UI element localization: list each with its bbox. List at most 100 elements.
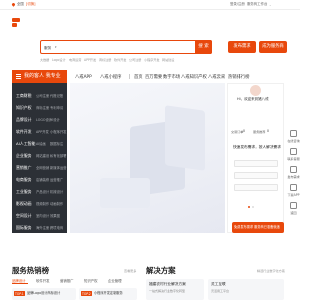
sidebar-item-label: 工业服务 (16, 189, 32, 194)
float-bar-item[interactable]: 在线咨询 (287, 130, 300, 143)
sidebar-sub-link[interactable]: APP开发 (36, 129, 49, 134)
sidebar-sub-link[interactable]: 产品设计 (36, 189, 49, 194)
nav-item-cloud-buy[interactable]: 八戒云采 (208, 74, 225, 80)
phone-icon (290, 148, 297, 155)
sidebar-sub-link[interactable]: 代账记账 (50, 93, 63, 98)
search-category-select[interactable]: 服务 (44, 46, 51, 51)
hot-word-link[interactable]: 商标注册 (99, 57, 111, 62)
tab-ip[interactable]: 知识产权 (84, 278, 98, 283)
hot-word-link[interactable]: 小程序开发 (144, 57, 159, 62)
sidebar-item[interactable]: 影视动画 视频制作 动画制作 (12, 197, 67, 209)
avatar[interactable] (250, 85, 261, 96)
sidebar-item[interactable]: 知识产权 商标注册 专利申请 (12, 101, 67, 113)
hot-service-card[interactable]: TOP.1 品牌Logo设计商标设计 (12, 288, 76, 300)
solution-card[interactable]: 福建农村行业解决方案 一站式解决行业数字化转型 (146, 279, 204, 300)
tab-marketing[interactable]: 营销推广 (60, 278, 74, 283)
carousel-dot[interactable] (248, 206, 250, 208)
sidebar-item[interactable]: AI人工智能 AI绘画 数据标注 (12, 137, 67, 149)
nav-item-demands[interactable]: 百万需要 (145, 74, 162, 80)
float-bar-item[interactable]: 下载APP (287, 184, 300, 197)
sidebar-sub-link[interactable]: 专利申请 (50, 105, 63, 110)
float-bar-item[interactable]: 联系客服 (287, 148, 300, 161)
solution-desc: 灵活用工平台 (211, 289, 230, 293)
sidebar-sub-link[interactable]: 视频制作 (36, 201, 49, 206)
free-publish-demand-button[interactable]: 免费发布需求 服务商已准备就绪 (232, 222, 284, 233)
sidebar-sub-link[interactable]: 跨境电商 (50, 225, 63, 230)
sidebar-item[interactable]: 品牌设计 LOGO设计 VI设计 (12, 113, 67, 125)
publish-demand-button[interactable]: 发布需求 (228, 41, 256, 53)
sidebar-item[interactable]: 工商财税 公司注册 代账记账 (12, 89, 67, 101)
hot-word-link[interactable]: 网站建设 (162, 57, 174, 62)
nav-item-market[interactable]: 数字市场 (163, 74, 180, 80)
sidebar-item[interactable]: 空间设计 室内设计 效果图 (12, 209, 67, 221)
tab-software-dev[interactable]: 软件开发 (36, 278, 50, 283)
float-bar-label: 发布需求 (287, 175, 300, 179)
provider-workbench-link[interactable]: 服务商工作台 (247, 2, 267, 6)
sidebar-item-label: 营销推广 (16, 165, 32, 170)
hot-word-link[interactable]: 公司注册 (129, 57, 141, 62)
solution-card[interactable]: 灵工互联 灵活用工平台 (208, 279, 284, 300)
nav-item-ip[interactable]: 八戒知识产权 (181, 74, 207, 80)
demand-type-field[interactable] (234, 172, 278, 179)
float-bar-label: 联系客服 (287, 157, 300, 161)
demand-phone-field[interactable] (234, 184, 278, 191)
sidebar-item[interactable]: 电商服务 店铺装修 运营推广 (12, 173, 67, 185)
sidebar-sub-link[interactable]: 全网营销 (36, 165, 49, 170)
hot-word-link[interactable]: APP开发 (84, 57, 96, 62)
solutions-title: 解决方案 (146, 266, 176, 275)
sidebar-sub-link[interactable]: 数据标注 (50, 141, 63, 146)
sidebar-sub-link[interactable]: 海外注册 (36, 225, 49, 230)
hot-services-more-link[interactable]: 查看更多 (124, 268, 136, 273)
sidebar-item[interactable]: 企业服务 网站建设 私有化部署 (12, 149, 67, 161)
search-box[interactable]: 服务 ▾ (40, 40, 212, 54)
demand-title-field[interactable] (234, 160, 278, 167)
sidebar-sub-link[interactable]: 小程序开发 (50, 129, 66, 134)
site-logo[interactable] (12, 18, 20, 28)
sidebar-sub-link[interactable]: 动画制作 (50, 201, 63, 206)
hot-word-link[interactable]: 软件开发 (114, 57, 126, 62)
sidebar-sub-link[interactable]: 公司注册 (36, 93, 49, 98)
sidebar-sub-link[interactable]: 店铺装修 (36, 177, 49, 182)
hot-word-link[interactable]: 电商运营 (69, 57, 81, 62)
carousel-dot[interactable] (252, 206, 254, 208)
sidebar-sub-link[interactable]: 私有化部署 (50, 153, 66, 158)
hot-word-link[interactable]: Logo设计 (52, 57, 66, 62)
hot-word-link[interactable]: 大数据 (40, 57, 49, 62)
category-menu-header[interactable]: 我的客人 我专业 (12, 70, 67, 83)
sidebar-sub-link[interactable]: 效果图 (50, 213, 60, 218)
sidebar-sub-link[interactable]: 新媒体运营 (50, 165, 66, 170)
location-pin-icon (11, 1, 16, 7)
sidebar-item[interactable]: 软件开发 APP开发 小程序开发 (12, 125, 67, 137)
active-tab-indicator (12, 283, 28, 284)
hot-service-card[interactable]: TOP.2 小程序开发定制服务 (79, 288, 137, 300)
hero-banner[interactable] (70, 83, 225, 233)
sidebar-sub-link[interactable]: 商标注册 (36, 105, 49, 110)
sidebar-sub-link[interactable]: VI设计 (50, 117, 60, 122)
become-provider-button[interactable]: 成为服务商 (259, 41, 287, 53)
tab-enterprise[interactable]: 企业管理 (108, 278, 122, 283)
search-button[interactable]: 搜 索 (195, 40, 212, 54)
float-bar-item[interactable]: 发布需求 (287, 166, 300, 179)
sidebar-sub-link[interactable]: 网站建设 (36, 153, 49, 158)
sidebar-item[interactable]: 工业服务 产品设计 机械设计 (12, 185, 67, 197)
sidebar-item-label: 企业服务 (16, 153, 32, 158)
sidebar-sub-link[interactable]: 运营推广 (50, 177, 63, 182)
sidebar-item-label: 国际服务 (16, 225, 32, 230)
nav-item-app[interactable]: 八戒APP (75, 74, 92, 80)
greeting-text: Hi，欢迎来到猪八戒 (237, 97, 269, 101)
location-switch-link[interactable]: [切换] (26, 2, 35, 6)
nav-item-home[interactable]: 首页 (134, 74, 143, 80)
nav-item-miniprogram[interactable]: 八戒小程序 (100, 74, 121, 80)
sidebar-sub-link[interactable]: 室内设计 (36, 213, 49, 218)
sidebar-sub-link[interactable]: 机械设计 (50, 189, 63, 194)
login-register-link[interactable]: 登录/注册 (230, 2, 245, 6)
nav-item-ranking[interactable]: 热销排行榜 (228, 74, 249, 80)
float-bar-item[interactable]: 返回 (287, 202, 300, 215)
solutions-more-link[interactable]: 精选行业数字化方案 (257, 268, 285, 273)
sidebar-item[interactable]: 营销推广 全网营销 新媒体运营 (12, 161, 67, 173)
sidebar-sub-link[interactable]: AI绘画 (36, 141, 46, 146)
float-bar-label: 在线咨询 (287, 139, 300, 143)
solution-desc: 一站式解决行业数字化转型 (149, 289, 186, 293)
sidebar-item[interactable]: 国际服务 海外注册 跨境电商 (12, 221, 67, 233)
service-name: 品牌Logo设计商标设计 (27, 291, 61, 295)
